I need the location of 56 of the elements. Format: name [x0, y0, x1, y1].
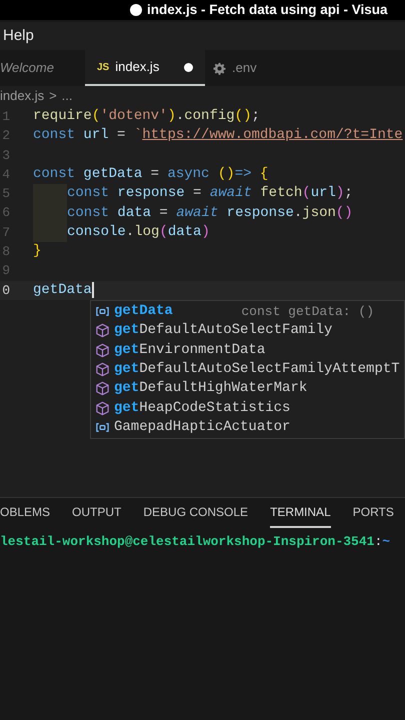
code-line: const url = `https://www.omdbapi.com/?t=Inte	[33, 126, 403, 146]
js-file-icon: JS	[97, 60, 110, 74]
suggestion-item[interactable]: getDefaultAutoSelectFamily	[91, 321, 404, 341]
code-line: const data = await response.json()	[67, 204, 353, 223]
suggestion-item[interactable]: getDefaultHighWaterMark	[91, 379, 404, 398]
tab-label: Welcome	[0, 59, 54, 78]
suggestion-label: getDefaultAutoSelectFamily	[114, 321, 332, 340]
tab-label: index.js	[115, 58, 160, 76]
panel-tab[interactable]: DEBUG CONSOLE	[143, 498, 248, 528]
cube-icon	[95, 342, 110, 358]
line-number: 6	[1, 204, 10, 222]
suggestion-label: getHeapCodeStatistics	[114, 398, 290, 418]
breadcrumb-item[interactable]: >	[49, 86, 57, 106]
line-number: 9	[1, 262, 10, 280]
suggestion-item[interactable]: GamepadHapticActuator	[91, 418, 404, 438]
line-number: 8	[1, 242, 10, 261]
gear-icon	[213, 62, 226, 74]
line-number: 7	[1, 224, 10, 242]
line-number: 2	[1, 127, 10, 146]
suggestion-item[interactable]: getData const getData: ()	[91, 302, 404, 322]
code-line: require('dotenv').config();	[33, 107, 260, 126]
cube-icon	[95, 362, 110, 378]
panel-tab[interactable]: OUTPUT	[72, 498, 122, 528]
cube-icon	[95, 400, 110, 416]
tab-label: .env	[232, 59, 257, 78]
line-number: 5	[1, 185, 10, 204]
line-number: 1	[1, 108, 10, 126]
menu-item[interactable]: Help	[2, 24, 35, 48]
suggestion-label: getDefaultHighWaterMark	[114, 379, 308, 398]
code-line: console.log(data)	[67, 222, 210, 242]
editor-tab[interactable]: .env	[205, 50, 295, 86]
line-number: 4	[1, 166, 10, 184]
suggestion-item[interactable]: getHeapCodeStatistics	[91, 398, 404, 418]
editor-tab[interactable]: JS index.js	[85, 50, 205, 86]
terminal-prompt: lestail-workshop@celestailworkshop-Inspiron-3541:~	[0, 533, 392, 551]
line-number: 3	[1, 146, 10, 164]
panel-tab[interactable]: TERMINAL	[270, 498, 331, 528]
code-line: const getData = async ()=> {	[33, 165, 268, 184]
editor-tab[interactable]: Welcome	[0, 50, 85, 86]
suggestion-label: getEnvironmentData	[114, 340, 266, 360]
cube-icon	[95, 381, 110, 396]
suggestion-label: GamepadHapticActuator	[114, 418, 290, 437]
cube-icon	[95, 323, 110, 338]
window-title: index.js - Fetch data using api - Visua	[147, 0, 388, 19]
code-line: const response = await fetch(url);	[67, 184, 353, 204]
panel-tab[interactable]: PORTS	[352, 498, 394, 528]
text-cursor	[92, 282, 94, 298]
code-line: }	[33, 242, 42, 262]
suggestion-detail: const getData: ()	[241, 302, 375, 321]
breadcrumb-item[interactable]: ...	[62, 86, 73, 106]
breadcrumb-item[interactable]: index.js	[0, 86, 44, 106]
panel-tab[interactable]: OBLEMS	[0, 498, 50, 528]
suggestion-label: getData	[114, 302, 173, 322]
code-line: getData	[33, 280, 92, 300]
line-number: 0	[1, 282, 10, 300]
suggestion-item[interactable]: getEnvironmentData	[91, 340, 404, 360]
